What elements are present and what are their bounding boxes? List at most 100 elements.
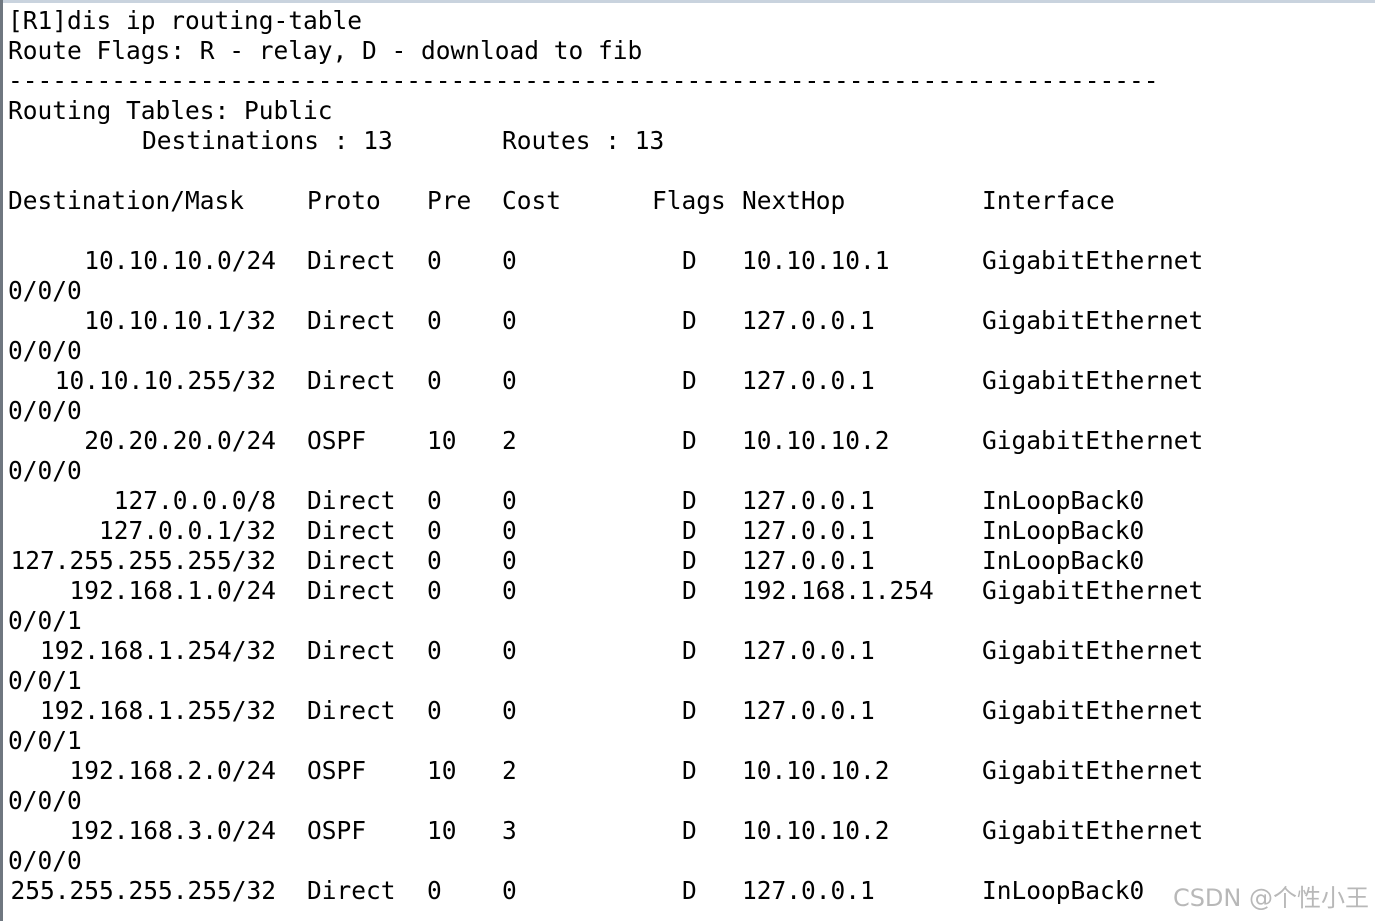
- route-flags-legend: Route Flags: R - relay, D - download to …: [8, 36, 643, 65]
- routes-count: Routes : 13: [502, 126, 665, 155]
- terminal-output[interactable]: [R1]dis ip routing-table Route Flags: R …: [8, 6, 1368, 921]
- window-left-border: [0, 0, 3, 921]
- route-interface-wrap: 0/0/0: [8, 396, 82, 425]
- route-pre: 10: [427, 756, 457, 785]
- route-nexthop: 127.0.0.1: [742, 306, 875, 335]
- route-nexthop: 127.0.0.1: [742, 876, 875, 905]
- route-nexthop: 127.0.0.1: [742, 636, 875, 665]
- route-interface: GigabitEthernet: [982, 696, 1204, 725]
- route-dest: 192.168.2.0/24: [69, 756, 276, 785]
- route-interface-wrap: 0/0/1: [8, 726, 82, 755]
- route-interface: GigabitEthernet: [982, 756, 1204, 785]
- command-line: [R1]dis ip routing-table: [8, 6, 363, 35]
- route-proto: Direct: [307, 696, 396, 725]
- route-proto: Direct: [307, 516, 396, 545]
- route-proto: Direct: [307, 576, 396, 605]
- table-row: 10.10.10.0/24 Direct 0 0 D 10.10.10.1 GigabitE…: [8, 246, 1308, 276]
- header-interface: Interface: [982, 186, 1115, 215]
- route-dest: 127.0.0.0/8: [113, 486, 276, 515]
- header-nexthop: NextHop: [742, 186, 846, 215]
- route-proto: OSPF: [307, 426, 367, 455]
- route-proto: Direct: [307, 636, 396, 665]
- route-cost: 0: [502, 696, 517, 725]
- route-proto: Direct: [307, 546, 396, 575]
- route-interface-wrap: 0/0/0: [8, 456, 82, 485]
- route-dest: 192.168.3.0/24: [69, 816, 276, 845]
- route-pre: 0: [427, 306, 442, 335]
- table-row: 10.10.10.255/32 Direct 0 0 D 127.0.0.1 Gigabit…: [8, 366, 1308, 396]
- route-flags: D: [682, 246, 697, 275]
- route-cost: 2: [502, 756, 517, 785]
- route-pre: 0: [427, 546, 442, 575]
- route-proto: Direct: [307, 246, 396, 275]
- route-proto: Direct: [307, 876, 396, 905]
- route-flags: D: [682, 516, 697, 545]
- route-flags: D: [682, 696, 697, 725]
- route-interface: InLoopBack0: [982, 486, 1145, 515]
- header-cost: Cost: [502, 186, 562, 215]
- route-cost: 0: [502, 576, 517, 605]
- route-pre: 10: [427, 816, 457, 845]
- route-interface: GigabitEthernet: [982, 246, 1204, 275]
- route-flags: D: [682, 486, 697, 515]
- route-nexthop: 10.10.10.1: [742, 246, 890, 275]
- route-interface: GigabitEthernet: [982, 426, 1204, 455]
- header-destination: Destination/Mask: [8, 186, 245, 215]
- route-dest: 192.168.1.255/32: [39, 696, 276, 725]
- header-pre: Pre: [427, 186, 472, 215]
- route-proto: OSPF: [307, 816, 367, 845]
- route-nexthop: 10.10.10.2: [742, 816, 890, 845]
- route-flags: D: [682, 426, 697, 455]
- route-cost: 0: [502, 876, 517, 905]
- routing-table-name: Routing Tables: Public: [8, 96, 333, 125]
- route-flags: D: [682, 636, 697, 665]
- table-row: 255.255.255.255/32 Direct 0 0 D 127.0.0.1 InLo…: [8, 876, 1308, 906]
- window-top-border: [0, 0, 1375, 3]
- route-pre: 0: [427, 576, 442, 605]
- table-row: 127.0.0.0/8 Direct 0 0 D 127.0.0.1 InLoopBack0: [8, 486, 1308, 516]
- route-dest: 192.168.1.254/32: [39, 636, 276, 665]
- route-pre: 0: [427, 636, 442, 665]
- route-proto: OSPF: [307, 756, 367, 785]
- route-pre: 0: [427, 366, 442, 395]
- route-interface-wrap: 0/0/0: [8, 276, 82, 305]
- route-flags: D: [682, 546, 697, 575]
- route-proto: Direct: [307, 306, 396, 335]
- route-cost: 0: [502, 546, 517, 575]
- route-cost: 2: [502, 426, 517, 455]
- route-nexthop: 127.0.0.1: [742, 486, 875, 515]
- route-nexthop: 10.10.10.2: [742, 426, 890, 455]
- route-pre: 10: [427, 426, 457, 455]
- route-cost: 0: [502, 486, 517, 515]
- csdn-watermark: CSDN @个性小王: [1172, 884, 1369, 912]
- route-dest: 10.10.10.0/24: [84, 246, 276, 275]
- table-row: 20.20.20.0/24 OSPF 10 2 D 10.10.10.2 GigabitEt…: [8, 426, 1308, 456]
- route-interface: GigabitEthernet: [982, 576, 1204, 605]
- route-pre: 0: [427, 246, 442, 275]
- route-flags: D: [682, 816, 697, 845]
- header-flags: Flags: [652, 186, 726, 215]
- route-interface: GigabitEthernet: [982, 366, 1204, 395]
- route-dest: 127.0.0.1/32: [98, 516, 276, 545]
- header-proto: Proto: [307, 186, 381, 215]
- table-row: 127.255.255.255/32 Direct 0 0 D 127.0.0.1 InLo…: [8, 546, 1308, 576]
- route-nexthop: 127.0.0.1: [742, 696, 875, 725]
- route-dest: 10.10.10.255/32: [54, 366, 276, 395]
- route-interface: InLoopBack0: [982, 546, 1145, 575]
- route-cost: 0: [502, 366, 517, 395]
- route-cost: 0: [502, 306, 517, 335]
- route-pre: 0: [427, 696, 442, 725]
- route-dest: 20.20.20.0/24: [84, 426, 276, 455]
- table-row: 10.10.10.1/32 Direct 0 0 D 127.0.0.1 GigabitEt…: [8, 306, 1308, 336]
- route-interface-wrap: 0/0/0: [8, 846, 82, 875]
- route-pre: 0: [427, 516, 442, 545]
- route-interface: InLoopBack0: [982, 876, 1145, 905]
- table-row: 192.168.1.255/32 Direct 0 0 D 127.0.0.1 Gigabi…: [8, 696, 1308, 726]
- summary-line: Destinations : 13 Routes : 13: [8, 126, 1308, 156]
- route-nexthop: 127.0.0.1: [742, 366, 875, 395]
- route-interface: InLoopBack0: [982, 516, 1145, 545]
- route-flags: D: [682, 756, 697, 785]
- route-pre: 0: [427, 486, 442, 515]
- table-row: 127.0.0.1/32 Direct 0 0 D 127.0.0.1 InLoopBack…: [8, 516, 1308, 546]
- table-row: 192.168.1.0/24 Direct 0 0 D 192.168.1.254 Giga…: [8, 576, 1308, 606]
